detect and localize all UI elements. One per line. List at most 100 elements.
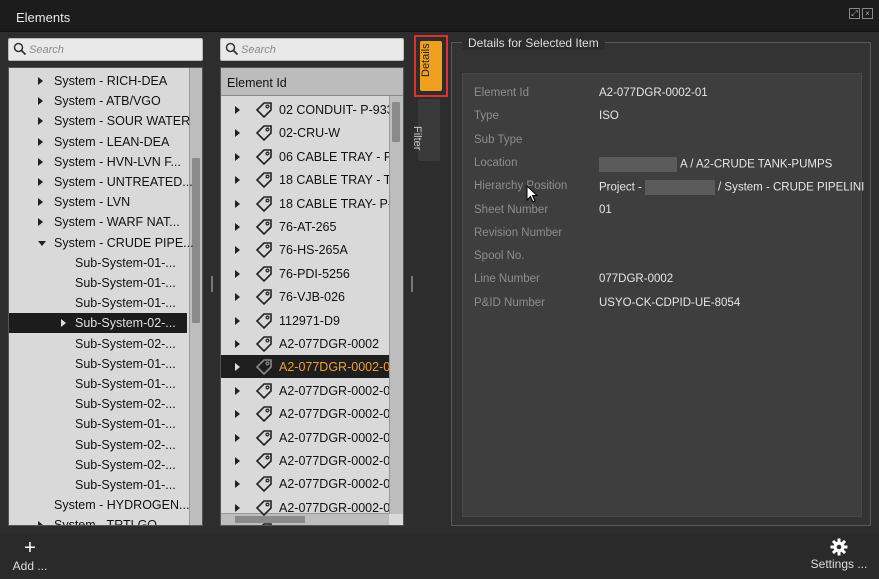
tree-item[interactable]: Sub-System-01-... [9,354,187,374]
expand-arrow-icon[interactable] [38,157,43,166]
tree-item[interactable]: System - LEAN-DEA [9,132,187,152]
collapse-arrow-icon[interactable] [38,240,46,246]
tree-item[interactable]: Sub-System-02-... [9,455,187,475]
tree-item[interactable]: Sub-System-02-... [9,313,187,334]
right-splitter[interactable] [411,276,413,292]
tree-search-box[interactable] [8,38,203,61]
expand-arrow-icon[interactable] [235,340,240,348]
expand-arrow-icon[interactable] [38,178,43,186]
expand-arrow-icon[interactable] [235,316,240,325]
tree-item[interactable]: System - HVN-LVN F... [9,152,187,172]
left-splitter[interactable] [211,276,213,292]
element-row[interactable]: A2-077DGR-0002-0 [221,519,389,525]
element-search-input[interactable] [241,41,399,58]
expand-arrow-icon[interactable] [235,480,240,489]
mouse-cursor-icon [526,185,539,203]
list-vertical-scrollbar[interactable] [389,96,403,514]
tree-item[interactable]: System - LVN [9,192,187,212]
element-row[interactable]: 76-VJB-026 [221,285,389,308]
expand-arrow-icon[interactable] [235,246,240,255]
popout-icon[interactable]: ⤢ [849,8,860,19]
expand-arrow-icon[interactable] [38,218,43,227]
element-row[interactable]: 112971-D9 [221,309,389,332]
expand-arrow-icon[interactable] [61,319,66,328]
expand-arrow-icon[interactable] [38,137,43,146]
expand-arrow-icon[interactable] [235,129,240,138]
expand-arrow-icon[interactable] [235,433,240,442]
tree-item[interactable]: Sub-System-02-... [9,394,187,414]
tree-item[interactable]: System - SOUR WATER [9,111,190,131]
tree-item[interactable]: Sub-System-01-... [9,293,187,313]
tree-item[interactable]: System - WARF NAT... [9,212,187,232]
element-row[interactable]: A2-077DGR-0002-0 [221,449,389,472]
element-row[interactable]: 76-PDI-5256 [221,262,389,285]
element-search-box[interactable] [220,38,404,61]
detail-key: Type [474,110,499,123]
tree-search-input[interactable] [29,41,198,58]
detail-row: P&ID Number USYO-CK-CDPID-UE-8054 [463,294,863,314]
detail-value: 01 [599,203,612,216]
element-row[interactable]: 18 CABLE TRAY - TF [221,168,389,191]
expand-arrow-icon[interactable] [235,503,240,512]
expand-arrow-icon[interactable] [235,410,240,419]
bottom-bar: + Add ... Settings ... [0,533,879,579]
element-row-label: A2-077DGR-0002-0 [279,360,389,375]
element-row[interactable]: A2-077DGR-0002-0 [221,402,389,425]
list-scroll-thumb[interactable] [392,102,400,142]
element-row[interactable]: A2-077DGR-0002-0 [221,496,389,519]
expand-arrow-icon[interactable] [235,457,240,465]
detail-value: 077DGR-0002 [599,273,674,286]
element-row[interactable]: 06 CABLE TRAY - P- [221,145,389,168]
tree-item[interactable]: System - HYDROGEN... [9,495,189,515]
element-row[interactable]: A2-077DGR-0002-0 [221,426,389,449]
tree-item[interactable]: Sub-System-01-... [9,414,187,434]
element-row[interactable]: 76-AT-265 [221,215,389,238]
expand-arrow-icon[interactable] [235,293,240,302]
add-button[interactable]: + Add ... [10,538,50,574]
element-row[interactable]: A2-077DGR-0002-0 [221,355,389,379]
tree-item-label: Sub-System-01-... [75,377,176,391]
tree-item[interactable]: Sub-System-01-... [9,273,187,293]
element-row[interactable]: 76-HS-265A [221,238,389,261]
element-id-column-header[interactable]: Element Id [221,68,403,96]
element-row[interactable]: A2-077DGR-0002-0 [221,379,389,402]
tree-item[interactable]: Sub-System-02-... [9,435,187,455]
tag-icon [255,312,272,329]
tree-item[interactable]: System - UNTREATED... [9,172,193,192]
expand-arrow-icon[interactable] [235,152,240,161]
element-row[interactable]: 02 CONDUIT- P-933 [221,98,389,121]
settings-button[interactable]: Settings ... [809,538,869,574]
expand-arrow-icon[interactable] [38,77,43,85]
element-row[interactable]: 18 CABLE TRAY- P- [221,192,389,215]
expand-arrow-icon[interactable] [38,117,43,126]
expand-arrow-icon[interactable] [235,223,240,231]
expand-arrow-icon[interactable] [235,363,240,372]
tab-filter[interactable]: Filter [411,99,440,161]
tree-item[interactable]: System - ATB/VGO [9,91,187,111]
expand-arrow-icon[interactable] [38,198,43,207]
detail-value: Project - / System - CRUDE PIPELINI [599,180,864,196]
element-row[interactable]: 02-CRU-W [221,121,389,144]
tree-item-label: Sub-System-01-... [75,255,176,270]
tree-item[interactable]: Sub-System-01-... [9,374,187,394]
element-row-label: 76-PDI-5256 [279,266,350,281]
expand-arrow-icon[interactable] [235,199,240,208]
add-button-label: Add ... [12,559,48,573]
expand-arrow-icon[interactable] [235,176,240,185]
expand-arrow-icon[interactable] [235,269,240,278]
tree-item[interactable]: Sub-System-02-... [9,334,187,354]
element-row[interactable]: A2-077DGR-0002-0 [221,472,389,495]
element-row[interactable]: A2-077DGR-0002 [221,332,389,355]
expand-arrow-icon[interactable] [38,97,43,106]
close-icon[interactable]: × [862,8,873,19]
tree-item[interactable]: Sub-System-01-... [9,475,187,495]
tree-item[interactable]: System - RICH-DEA [9,71,187,91]
tree-item[interactable]: Sub-System-01-... [9,253,187,273]
expand-arrow-icon[interactable] [38,521,43,525]
tab-details[interactable]: Details [414,35,448,97]
expand-arrow-icon[interactable] [235,106,240,114]
expand-arrow-icon[interactable] [235,386,240,395]
tree-item[interactable]: System - TRTLGO [9,515,187,525]
tree-item[interactable]: System - CRUDE PIPE... [9,233,194,253]
tree-vertical-scrollbar[interactable] [189,68,202,525]
